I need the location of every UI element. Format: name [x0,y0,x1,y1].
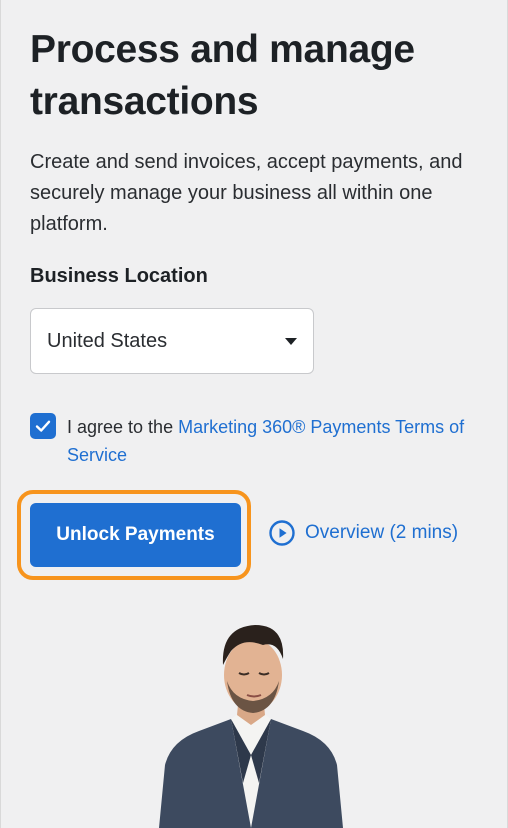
business-location-select[interactable]: United States [30,308,314,374]
page-title: Process and manage transactions [30,28,415,123]
payments-page: Process and manage transactions Create a… [0,0,508,828]
terms-checkbox[interactable] [30,413,56,439]
page-description: Create and send invoices, accept payment… [30,151,463,235]
terms-agreement-prefix: I agree to the [67,417,179,437]
check-icon [35,420,51,432]
caret-down-icon [285,337,297,345]
overview-label: Overview (2 mins) [305,522,459,543]
overview-video-link[interactable]: Overview (2 mins) [269,520,458,546]
unlock-payments-button[interactable]: Unlock Payments [30,503,241,567]
businessman-image [159,625,343,828]
play-circle-icon [269,520,295,546]
terms-agreement: I agree to the Marketing 360® Payments T… [67,413,487,469]
business-location-label: Business Location [30,265,208,287]
business-location-value: United States [47,329,168,352]
